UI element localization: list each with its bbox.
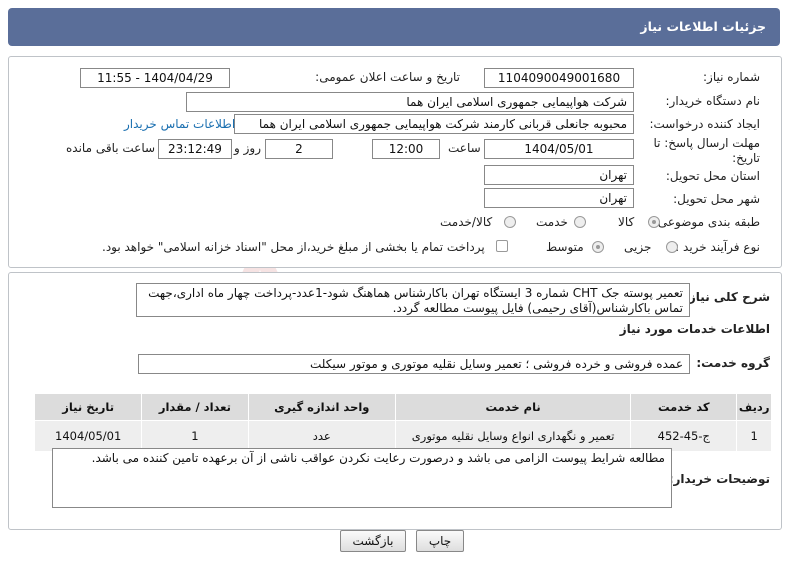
summary-textarea[interactable]: تعمیر پوسته جک CHT شماره 3 ایستگاه تهران… [136,283,690,317]
service-group-field: عمده فروشی و خرده فروشی ؛ تعمیر وسایل نق… [138,354,690,374]
city-field: تهران [484,188,634,208]
row-code: ج-45-452 [630,420,738,452]
services-table-header: ردیف کد خدمت نام خدمت واحد اندازه گیری ت… [33,393,772,421]
row-qty: 1 [141,420,249,452]
days-label: روز و [234,141,261,155]
row-name: تعمیر و نگهداری انواع وسایل نقلیه موتوری [395,420,632,452]
need-number-label: شماره نیاز: [703,70,760,84]
deadline-date-field: 1404/05/01 [484,139,634,159]
deadline-label: مهلت ارسال پاسخ: تا تاریخ: [653,136,760,165]
process-option-minor: جزیی [624,240,652,254]
creator-field: محبوبه جانعلی قربانی کارمند شرکت هواپیما… [234,114,634,134]
process-option-medium: متوسط [546,240,584,254]
time-label: ساعت [448,141,481,155]
print-button[interactable]: چاپ [416,530,464,552]
back-button[interactable]: بازگشت [340,530,406,552]
buyer-notes-label: توضیحات خریدار: [668,472,770,486]
days-field: 2 [265,139,333,159]
row-date: 1404/05/01 [33,420,143,452]
page-header: جزئیات اطلاعات نیاز [8,8,780,46]
process-radio-minor[interactable] [666,241,678,253]
need-number-field: 1104090049001680 [484,68,634,88]
remaining-time-field: 23:12:49 [158,139,232,159]
process-radio-medium[interactable] [592,241,604,253]
announce-field: 1404/04/29 - 11:55 [80,68,230,88]
col-name: نام خدمت [395,393,632,421]
city-label: شهر محل تحویل: [673,192,760,206]
service-group-label: گروه خدمت: [696,356,770,370]
creator-label: ایجاد کننده درخواست: [649,117,760,131]
col-unit: واحد اندازه گیری [247,393,397,421]
buyer-org-label: نام دستگاه خریدار: [665,94,761,108]
remaining-label: ساعت باقی مانده [66,141,156,155]
col-qty: تعداد / مقدار [141,393,249,421]
buyer-contact-link[interactable]: اطلاعات تماس خریدار [124,117,235,131]
deadline-time-field: 12:00 [372,139,440,159]
row-index: 1 [736,420,772,452]
category-option-service: خدمت [536,215,568,229]
province-label: استان محل تحویل: [665,169,760,183]
announce-label: تاریخ و ساعت اعلان عمومی: [315,70,460,84]
category-radio-both[interactable] [504,216,516,228]
buyer-org-field: شرکت هواپیمایی جمهوری اسلامی ایران هما [186,92,634,112]
page-title: جزئیات اطلاعات نیاز [640,19,766,34]
payment-note: پرداخت تمام یا بخشی از مبلغ خرید،از محل … [102,240,485,254]
province-field: تهران [484,165,634,185]
category-option-goods: کالا [618,215,635,229]
category-option-both: کالا/خدمت [440,215,493,229]
services-table: ردیف کد خدمت نام خدمت واحد اندازه گیری ت… [33,393,772,452]
category-label: طبقه بندی موضوعی: [653,215,760,229]
row-unit: عدد [247,420,397,452]
category-radio-service[interactable] [574,216,586,228]
col-date: تاریخ نیاز [33,393,143,421]
col-code: کد خدمت [630,393,738,421]
buyer-notes-textarea[interactable]: مطالعه شرایط پیوست الزامی می باشد و درصو… [52,448,672,508]
table-row: 1 ج-45-452 تعمیر و نگهداری انواع وسایل ن… [33,420,772,452]
process-label: نوع فرآیند خرید : [675,240,760,254]
summary-label: شرح کلی نیاز: [684,290,770,304]
payment-checkbox[interactable] [496,240,508,252]
category-radio-goods[interactable] [648,216,660,228]
services-section-title: اطلاعات خدمات مورد نیاز [619,322,770,336]
col-row: ردیف [736,393,772,421]
